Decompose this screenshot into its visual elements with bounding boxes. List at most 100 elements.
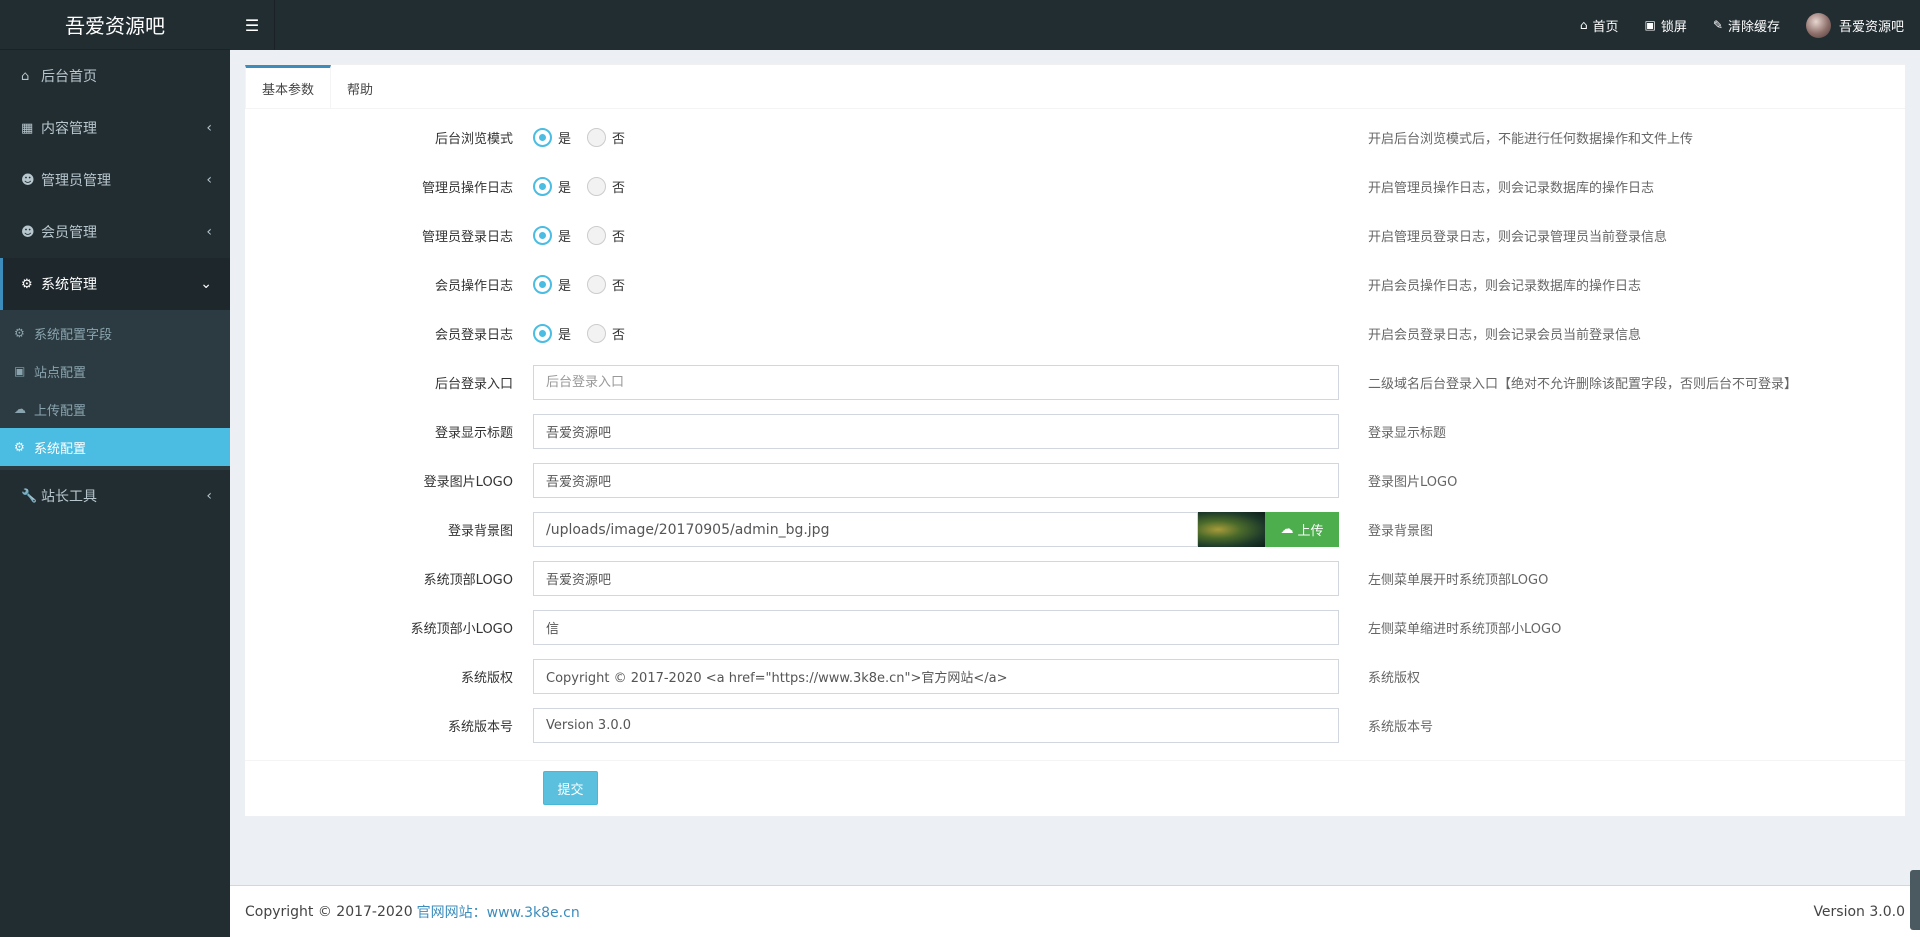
field-label: 系统顶部LOGO xyxy=(423,573,513,588)
main-content: 基本参数 帮助 后台浏览模式 是 否 开启后台浏览模式后，不能进行任何数据操作和… xyxy=(245,64,1905,816)
radio-no[interactable]: 否 xyxy=(587,275,625,294)
radio-yes[interactable]: 是 xyxy=(533,128,571,147)
copyright-input[interactable]: Copyright © 2017-2020 <a href="https://w… xyxy=(533,659,1339,694)
top-header: ☰ ⌂ 首页 ▣ 锁屏 ✎ 清除缓存 吾爱资源吧 xyxy=(230,0,1920,50)
radio-yes[interactable]: 是 xyxy=(533,226,571,245)
radio-label: 否 xyxy=(612,230,626,245)
footer-copyright: Copyright © 2017-2020 xyxy=(245,903,413,920)
login-bg-thumbnail[interactable] xyxy=(1198,512,1265,547)
gear-icon: ⚙ xyxy=(21,276,33,292)
radio-label: 否 xyxy=(612,181,626,196)
radio-checked-icon xyxy=(533,275,552,294)
radio-no[interactable]: 否 xyxy=(587,324,625,343)
upload-group: /uploads/image/20170905/admin_bg.jpg ☁ 上… xyxy=(533,512,1339,547)
field-help: 开启后台浏览模式后，不能进行任何数据操作和文件上传 xyxy=(1368,132,1694,147)
sidebar-subitem-label: 上传配置 xyxy=(34,403,87,419)
users-icon: ☻ xyxy=(21,224,35,240)
nav-home[interactable]: ⌂ 首页 xyxy=(1580,16,1619,35)
radio-no[interactable]: 否 xyxy=(587,128,625,147)
sidebar-item-system[interactable]: ⚙ 系统管理 ⌄ xyxy=(0,258,230,310)
header-nav: ⌂ 首页 ▣ 锁屏 ✎ 清除缓存 吾爱资源吧 xyxy=(1554,0,1904,50)
sidebar-item-admins[interactable]: ☻ 管理员管理 ‹ xyxy=(0,154,230,206)
upload-button[interactable]: ☁ 上传 xyxy=(1265,512,1339,547)
config-form: 后台浏览模式 是 否 开启后台浏览模式后，不能进行任何数据操作和文件上传 管理员… xyxy=(245,109,1905,750)
sidebar-item-content[interactable]: ▦ 内容管理 ‹ xyxy=(0,102,230,154)
radio-yes[interactable]: 是 xyxy=(533,177,571,196)
radio-yes[interactable]: 是 xyxy=(533,324,571,343)
sidebar-subitem-site-config[interactable]: ▣ 站点配置 xyxy=(0,352,230,390)
radio-group-admin-op-log: 是 否 xyxy=(533,169,1339,204)
sidebar: 吾爱资源吧 ⌂ 后台首页 ▦ 内容管理 ‹ ☻ 管理员管理 ‹ ☻ 会员管理 ‹… xyxy=(0,0,230,937)
field-help: 系统版本号 xyxy=(1368,720,1434,735)
field-help: 左侧菜单展开时系统顶部LOGO xyxy=(1368,573,1549,588)
user-menu[interactable]: 吾爱资源吧 xyxy=(1805,12,1904,38)
login-logo-input[interactable]: 吾爱资源吧 xyxy=(533,463,1339,498)
chevron-left-icon: ‹ xyxy=(206,488,212,504)
radio-label: 否 xyxy=(612,132,626,147)
form-row: 后台浏览模式 是 否 开启后台浏览模式后，不能进行任何数据操作和文件上传 xyxy=(245,113,1905,162)
radio-label: 是 xyxy=(558,181,572,196)
radio-no[interactable]: 否 xyxy=(587,177,625,196)
footer-site-link[interactable]: 官网网站：www.3k8e.cn xyxy=(417,902,580,922)
sidebar-item-webmaster-tools[interactable]: 🔧 站长工具 ‹ xyxy=(0,470,230,522)
form-row: 系统版权 Copyright © 2017-2020 <a href="http… xyxy=(245,652,1905,701)
field-label: 系统顶部小LOGO xyxy=(410,622,513,637)
submit-button[interactable]: 提交 xyxy=(543,771,598,805)
radio-label: 是 xyxy=(558,132,572,147)
radio-label: 否 xyxy=(612,279,626,294)
radio-yes[interactable]: 是 xyxy=(533,275,571,294)
form-row: 管理员操作日志 是 否 开启管理员操作日志，则会记录数据库的操作日志 xyxy=(245,162,1905,211)
radio-checked-icon xyxy=(533,177,552,196)
field-help: 登录显示标题 xyxy=(1368,426,1447,441)
admin-login-entry-input[interactable] xyxy=(533,365,1339,400)
tabs: 基本参数 帮助 xyxy=(245,65,1905,109)
app-logo[interactable]: 吾爱资源吧 xyxy=(0,0,230,50)
field-label: 登录背景图 xyxy=(447,524,513,539)
system-logo-input[interactable]: 吾爱资源吧 xyxy=(533,561,1339,596)
form-footer: 提交 xyxy=(245,760,1905,816)
radio-label: 是 xyxy=(558,328,572,343)
tab-basic-params[interactable]: 基本参数 xyxy=(245,65,332,108)
form-row: 系统顶部LOGO 吾爱资源吧 左侧菜单展开时系统顶部LOGO xyxy=(245,554,1905,603)
field-label: 登录图片LOGO xyxy=(423,475,513,490)
tab-help[interactable]: 帮助 xyxy=(331,65,389,108)
field-help: 登录图片LOGO xyxy=(1368,475,1458,490)
field-help: 开启会员登录日志，则会记录会员当前登录信息 xyxy=(1368,328,1642,343)
nav-lock-screen[interactable]: ▣ 锁屏 xyxy=(1645,16,1687,35)
cogs-icon: ⚙ xyxy=(14,326,25,340)
sidebar-item-members[interactable]: ☻ 会员管理 ‹ xyxy=(0,206,230,258)
sidebar-subitem-label: 站点配置 xyxy=(34,365,87,381)
scrollbar-handle[interactable] xyxy=(1910,870,1920,930)
user-name: 吾爱资源吧 xyxy=(1838,19,1904,35)
sidebar-subitem-label: 系统配置 xyxy=(34,441,87,457)
submenu-system: ⚙ 系统配置字段 ▣ 站点配置 ☁ 上传配置 ⚙ 系统配置 xyxy=(0,310,230,470)
form-row: 登录图片LOGO 吾爱资源吧 登录图片LOGO xyxy=(245,456,1905,505)
nav-clear-cache[interactable]: ✎ 清除缓存 xyxy=(1713,16,1780,35)
version-input[interactable]: Version 3.0.0 xyxy=(533,708,1339,743)
sidebar-item-label: 内容管理 xyxy=(41,121,97,137)
home-icon: ⌂ xyxy=(21,68,30,84)
sidebar-item-dashboard[interactable]: ⌂ 后台首页 xyxy=(0,50,230,102)
field-help: 开启管理员操作日志，则会记录数据库的操作日志 xyxy=(1368,181,1655,196)
system-small-logo-input[interactable]: 信 xyxy=(533,610,1339,645)
sidebar-item-label: 会员管理 xyxy=(41,225,97,241)
sidebar-subitem-system-config[interactable]: ⚙ 系统配置 xyxy=(0,428,230,466)
avatar xyxy=(1805,12,1831,38)
desktop-icon: ▣ xyxy=(14,364,26,378)
field-label: 系统版权 xyxy=(460,671,513,686)
form-row: 会员操作日志 是 否 开启会员操作日志，则会记录数据库的操作日志 xyxy=(245,260,1905,309)
login-bg-input[interactable]: /uploads/image/20170905/admin_bg.jpg xyxy=(533,512,1198,547)
radio-label: 否 xyxy=(612,328,626,343)
field-label: 后台浏览模式 xyxy=(434,132,513,147)
radio-unchecked-icon xyxy=(587,177,607,196)
sidebar-subitem-config-fields[interactable]: ⚙ 系统配置字段 xyxy=(0,314,230,352)
footer-version: Version 3.0.0 xyxy=(1813,903,1905,920)
sidebar-toggle-icon[interactable]: ☰ xyxy=(230,0,275,50)
radio-no[interactable]: 否 xyxy=(587,226,625,245)
cloud-upload-icon: ☁ xyxy=(14,402,26,416)
cloud-upload-icon: ☁ xyxy=(1280,522,1294,537)
radio-group-member-login-log: 是 否 xyxy=(533,316,1339,351)
login-title-input[interactable]: 吾爱资源吧 xyxy=(533,414,1339,449)
field-label: 会员登录日志 xyxy=(434,328,513,343)
sidebar-subitem-upload-config[interactable]: ☁ 上传配置 xyxy=(0,390,230,428)
